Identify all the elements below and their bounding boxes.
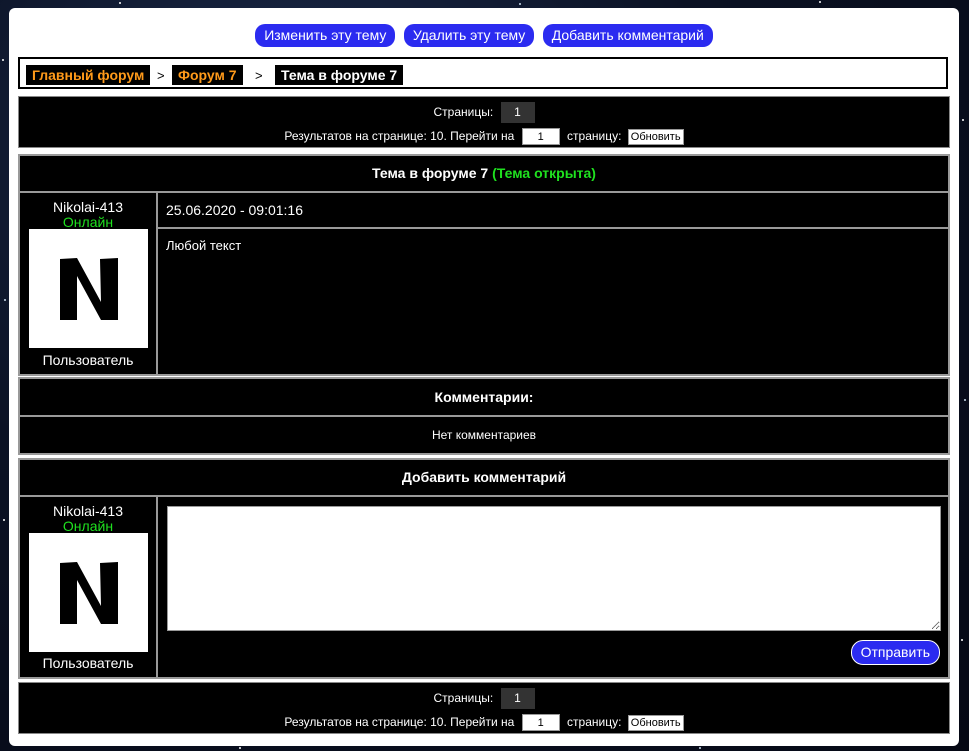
commenter-role: Пользователь bbox=[42, 655, 134, 671]
pages-label: Страницы: bbox=[433, 691, 494, 705]
goto-page-input[interactable] bbox=[521, 714, 560, 732]
submit-comment-button[interactable]: Отправить bbox=[850, 640, 940, 665]
add-comment-button[interactable]: Добавить комментарий bbox=[542, 24, 713, 47]
post-body: Любой текст bbox=[158, 229, 948, 374]
pagination-bottom: Страницы: 1 Результатов на странице: 10.… bbox=[18, 682, 950, 734]
refresh-button[interactable]: Обновить bbox=[627, 128, 684, 145]
post-date: 25.06.2020 - 09:01:16 bbox=[158, 193, 948, 227]
comments-header: Комментарии: bbox=[20, 379, 948, 415]
topic-actions-bar: Изменить эту тему Удалить эту тему Добав… bbox=[9, 24, 959, 47]
commenter-info: Nikolai-413 Онлайн Пользователь bbox=[20, 497, 156, 677]
breadcrumb-separator: > bbox=[157, 68, 165, 83]
commenter-online-status: Онлайн bbox=[62, 518, 114, 534]
pages-label: Страницы: bbox=[433, 105, 494, 119]
comment-textarea[interactable] bbox=[167, 506, 941, 631]
edit-topic-button[interactable]: Изменить эту тему bbox=[255, 24, 396, 47]
author-name[interactable]: Nikolai-413 bbox=[20, 199, 156, 215]
topic-status: (Тема открыта) bbox=[492, 165, 596, 181]
page-number-current[interactable]: 1 bbox=[500, 102, 535, 124]
page-suffix-label: страницу: bbox=[567, 129, 622, 143]
author-info: Nikolai-413 Онлайн Пользователь bbox=[20, 193, 156, 374]
avatar-letter-icon bbox=[60, 258, 118, 320]
avatar bbox=[29, 533, 148, 652]
results-per-page-label: Результатов на странице: 10. Перейти на bbox=[284, 715, 515, 729]
comment-form: Отправить bbox=[158, 497, 948, 677]
refresh-button[interactable]: Обновить bbox=[627, 714, 684, 731]
forum-topic-page: Изменить эту тему Удалить эту тему Добав… bbox=[9, 8, 959, 746]
topic-post-panel: Тема в форуме 7 (Тема открыта) Nikolai-4… bbox=[18, 154, 950, 376]
commenter-name[interactable]: Nikolai-413 bbox=[20, 503, 156, 519]
no-comments-message: Нет комментариев bbox=[20, 417, 948, 453]
breadcrumb: Главный форум > Форум 7 > Тема в форуме … bbox=[18, 57, 948, 89]
author-role: Пользователь bbox=[42, 352, 134, 368]
avatar-letter-icon bbox=[60, 562, 118, 624]
breadcrumb-current-topic: Тема в форуме 7 bbox=[275, 65, 404, 85]
page-number-current[interactable]: 1 bbox=[500, 688, 535, 710]
breadcrumb-main-forum-link[interactable]: Главный форум bbox=[26, 65, 151, 85]
goto-page-input[interactable] bbox=[521, 128, 560, 146]
pagination-top: Страницы: 1 Результатов на странице: 10.… bbox=[18, 96, 950, 148]
add-comment-panel: Добавить комментарий Nikolai-413 Онлайн … bbox=[18, 458, 950, 679]
results-per-page-label: Результатов на странице: 10. Перейти на bbox=[284, 129, 515, 143]
breadcrumb-forum-link[interactable]: Форум 7 bbox=[172, 65, 243, 85]
add-comment-header: Добавить комментарий bbox=[20, 460, 948, 495]
topic-title: Тема в форуме 7 bbox=[372, 165, 489, 181]
topic-title-header: Тема в форуме 7 (Тема открыта) bbox=[20, 156, 948, 191]
delete-topic-button[interactable]: Удалить эту тему bbox=[403, 24, 535, 47]
comments-panel: Комментарии: Нет комментариев bbox=[18, 377, 950, 455]
breadcrumb-separator: > bbox=[255, 68, 263, 83]
author-online-status: Онлайн bbox=[62, 214, 114, 230]
avatar bbox=[29, 229, 148, 348]
page-suffix-label: страницу: bbox=[567, 715, 622, 729]
